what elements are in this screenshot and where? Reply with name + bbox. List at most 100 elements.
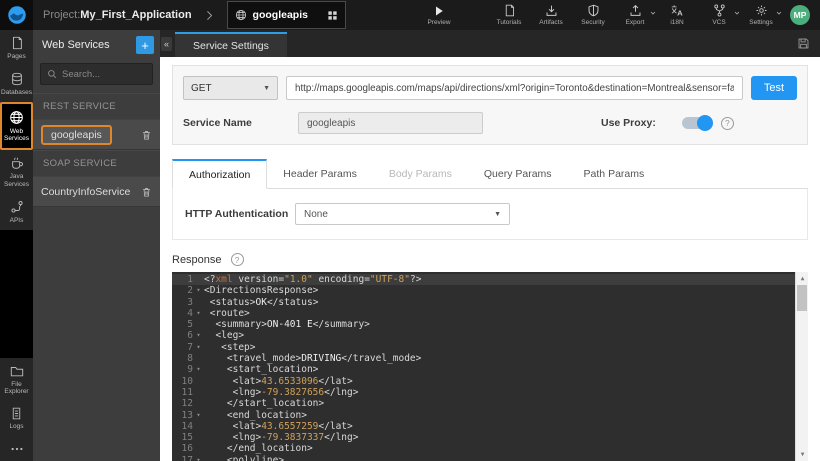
tab-authorization[interactable]: Authorization (172, 159, 268, 189)
response-editor[interactable]: 1 <?xml version="1.0" encoding="UTF-8"?> 2… (172, 272, 808, 461)
coffee-icon (10, 156, 24, 170)
editor-gutter: 9 ▾ (172, 364, 204, 375)
log-icon (10, 407, 23, 420)
code-text: <summary>ON-401 E</summary> (204, 319, 370, 331)
sidebar-item-logs[interactable]: Logs (0, 401, 33, 436)
line-number: 14 (181, 420, 193, 432)
scroll-down-icon[interactable]: ▼ (796, 449, 808, 460)
sidebar-item-label: Logs (9, 423, 24, 431)
fold-marker-icon[interactable]: ▾ (193, 308, 204, 319)
fold-marker-icon[interactable]: ▾ (193, 364, 204, 375)
service-name-field[interactable]: googleapis (298, 112, 483, 134)
http-method-select[interactable]: GET ▼ (183, 76, 278, 100)
search-icon (47, 69, 57, 79)
sidebar-item-pages[interactable]: Pages (0, 30, 33, 66)
tab-header-params[interactable]: Header Params (267, 159, 373, 188)
code-text: <lat>43.6533096</lat> (204, 375, 353, 387)
tab-body-params[interactable]: Body Params (373, 159, 468, 188)
save-icon[interactable] (797, 37, 810, 50)
topbar-action-i18n[interactable]: Ai18N (662, 4, 692, 26)
sidebar-item-java-services[interactable]: Java Services (0, 150, 33, 194)
sidebar-item-web-services[interactable]: Web Services (0, 101, 33, 151)
avatar[interactable]: MP (790, 5, 810, 25)
left-rail: Pages Databases Web Services Java Services A… (0, 30, 33, 461)
service-item-countryinfoservice[interactable]: CountryInfoService (33, 176, 160, 207)
editor-scrollbar[interactable]: ▲ ▼ (795, 272, 808, 461)
sidebar-item-databases[interactable]: Databases (0, 66, 33, 102)
topbar-action-security[interactable]: Security (578, 4, 608, 26)
tab-query-params[interactable]: Query Params (468, 159, 568, 188)
topbar-action-export[interactable]: Export (620, 4, 656, 26)
sidebar-item-more[interactable] (0, 436, 33, 461)
sidebar-item-file-explorer[interactable]: File Explorer (0, 358, 33, 402)
topbar-action-vcs[interactable]: VCS (704, 4, 740, 26)
sidebar-item-apis[interactable]: APIs (0, 194, 33, 230)
line-number: 7 (187, 341, 193, 353)
svg-text:A: A (677, 8, 683, 17)
topbar-action-artifacts[interactable]: Artifacts (536, 4, 566, 26)
tutorials-button[interactable]: Tutorials (494, 4, 524, 26)
proxy-help-icon[interactable]: ? (720, 116, 734, 130)
add-service-button[interactable]: + (136, 36, 154, 54)
fold-marker-icon[interactable]: ▾ (193, 410, 204, 421)
service-search-input[interactable] (62, 68, 142, 80)
trash-icon[interactable] (141, 129, 152, 141)
tab-service-settings[interactable]: Service Settings (175, 32, 287, 57)
line-number: 12 (181, 398, 193, 410)
line-number: 4 (187, 307, 193, 319)
service-item-label: CountryInfoService (41, 185, 131, 198)
service-list: REST SERVICE googleapis SOAP SERVICE Countr… (33, 93, 160, 207)
http-auth-label: HTTP Authentication (185, 208, 289, 220)
editor-gutter: 14 (172, 421, 204, 432)
toggle-knob-icon (696, 115, 713, 131)
editor-gutter: 15 (172, 432, 204, 443)
http-auth-select[interactable]: None ▼ (295, 203, 510, 225)
tab-path-params[interactable]: Path Params (568, 159, 661, 188)
code-text: </start_location> (204, 398, 325, 410)
collapse-panel-icon[interactable]: « (161, 37, 172, 51)
fold-marker-icon[interactable]: ▾ (193, 455, 204, 461)
fold-marker-icon[interactable]: ▾ (193, 342, 204, 353)
scrollbar-thumb[interactable] (797, 285, 807, 311)
topbar-action-label: Settings (749, 19, 773, 26)
globe-icon (235, 9, 247, 21)
editor-gutter: 10 (172, 376, 204, 387)
topbar-action-settings[interactable]: Settings (746, 4, 782, 26)
scroll-up-icon[interactable]: ▲ (796, 273, 808, 284)
sidebar-item-label: Web Services (4, 127, 29, 143)
artifacts-icon (545, 4, 558, 17)
settings-icon (755, 4, 768, 17)
use-proxy-toggle[interactable] (681, 115, 713, 131)
editor-line-14: 14 <lat>43.6557259</lat> (172, 421, 808, 432)
service-search[interactable] (40, 63, 153, 85)
app-logo[interactable] (0, 0, 33, 30)
preview-button[interactable]: Preview (424, 5, 454, 26)
panel-title: Web Services (42, 39, 110, 51)
topbar-actions: Artifacts Security Export Ai18N VCS Settings M… (530, 4, 820, 26)
select-caret-icon: ▼ (494, 210, 501, 218)
response-help-icon[interactable]: ? (230, 253, 244, 266)
fold-marker-icon[interactable]: ▾ (193, 285, 204, 296)
topbar-action-label: Security (581, 19, 605, 26)
breadcrumb[interactable]: Project:My_First_Application (43, 9, 192, 21)
editor-line-1: 1 <?xml version="1.0" encoding="UTF-8"?> (172, 274, 808, 286)
service-item-googleapis[interactable]: googleapis (33, 119, 160, 150)
tutorials-icon (503, 4, 516, 17)
request-url-input[interactable] (286, 76, 743, 100)
grid-icon[interactable] (327, 10, 338, 21)
fold-marker-icon[interactable]: ▾ (193, 330, 204, 341)
response-editor-code: 1 <?xml version="1.0" encoding="UTF-8"?> 2… (172, 272, 808, 461)
caret-down-icon (649, 9, 657, 17)
editor-gutter: 16 (172, 443, 204, 454)
service-name-label: Service Name (183, 117, 252, 129)
editor-gutter: 8 (172, 353, 204, 364)
sidebar-item-label: Java Services (4, 173, 29, 188)
trash-icon[interactable] (141, 186, 152, 198)
open-service-tab[interactable]: googleapis (226, 1, 346, 29)
test-button[interactable]: Test (751, 76, 797, 100)
code-text: <start_location> (204, 364, 319, 376)
